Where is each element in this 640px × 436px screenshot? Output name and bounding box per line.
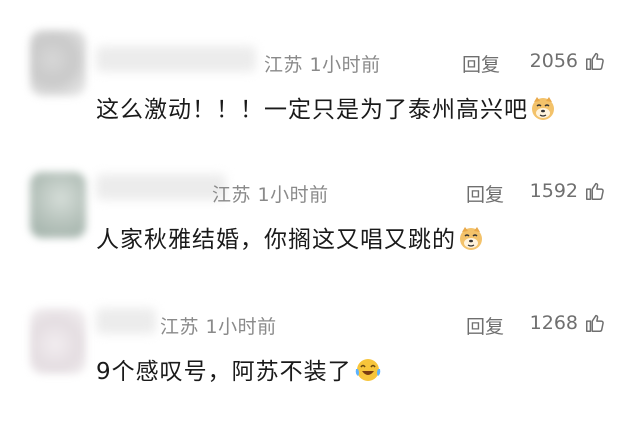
reply-button[interactable]: 回复 [466,180,504,207]
comment-location-time: 江苏 1小时前 [160,316,277,338]
laugh-cry-icon [355,359,380,381]
comment-body: 这么激动！！！一定只是为了泰州高兴吧 [96,97,528,123]
like-count: 1268 [529,312,578,334]
thumbs-up-icon[interactable] [584,180,606,202]
comment-text: 这么激动！！！一定只是为了泰州高兴吧 [96,90,556,124]
comment-location-time: 江苏 1小时前 [264,54,381,76]
avatar[interactable] [30,308,86,374]
username-blurred [96,308,156,334]
comment-item: 江苏 1小时前 回复 2056 这么激动！！！一定只是为了泰州高兴吧 [0,0,640,140]
thumbs-up-icon[interactable] [584,50,606,72]
avatar[interactable] [30,30,86,96]
reply-button[interactable]: 回复 [462,50,500,77]
like-count: 1592 [529,180,578,202]
username-blurred [96,174,226,200]
reply-button[interactable]: 回复 [466,312,504,339]
comment-item: 江苏 1小时前 回复 1268 9个感叹号，阿苏不装了 [0,280,640,436]
comment-body: 9个感叹号，阿苏不装了 [96,359,352,385]
doge-icon [532,97,554,120]
avatar[interactable] [30,172,86,238]
comment-text: 人家秋雅结婚，你搁这又唱又跳的 [96,220,484,254]
comment-item: 江苏 1小时前 回复 1592 人家秋雅结婚，你搁这又唱又跳的 [0,140,640,280]
thumbs-up-icon[interactable] [584,312,606,334]
comment-text: 9个感叹号，阿苏不装了 [96,352,382,386]
comment-body: 人家秋雅结婚，你搁这又唱又跳的 [96,227,456,253]
like-count: 2056 [529,50,578,72]
comment-location-time: 江苏 1小时前 [212,184,329,206]
username-blurred [96,46,256,72]
doge-icon [460,227,482,250]
